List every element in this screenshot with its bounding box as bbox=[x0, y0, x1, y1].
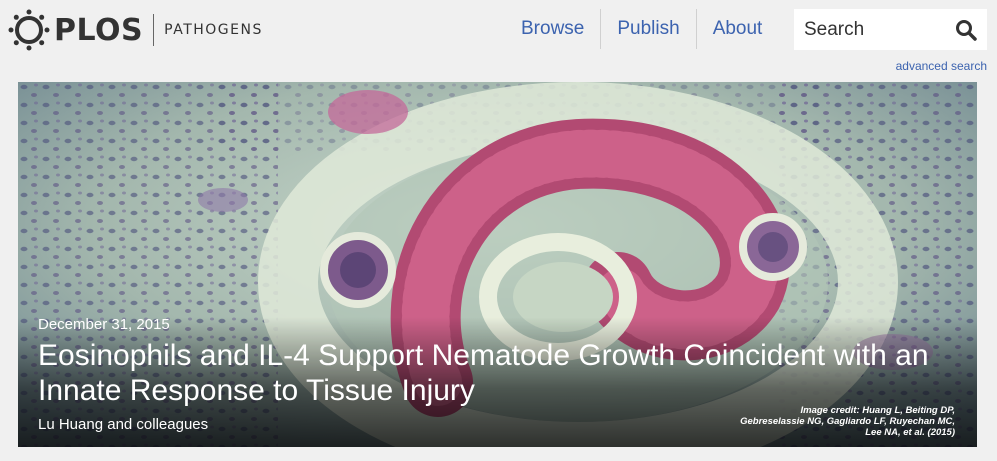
brand-name: PLOS bbox=[54, 12, 144, 48]
search-box bbox=[794, 9, 987, 50]
article-authors: Lu Huang and colleagues bbox=[38, 416, 209, 433]
main-nav: Browse Publish About bbox=[505, 9, 778, 49]
nav-browse[interactable]: Browse bbox=[505, 9, 600, 49]
journal-name: PATHOGENS bbox=[164, 22, 263, 38]
site-header: PLOS PATHOGENS Browse Publish About adva… bbox=[0, 0, 997, 80]
image-credit: Image credit: Huang L, Beiting DP, Gebre… bbox=[740, 405, 955, 438]
logo-divider bbox=[153, 14, 155, 46]
advanced-search-link[interactable]: advanced search bbox=[896, 59, 987, 73]
nav-publish[interactable]: Publish bbox=[600, 9, 695, 49]
featured-article[interactable]: December 31, 2015 Eosinophils and IL-4 S… bbox=[18, 82, 977, 447]
search-input[interactable] bbox=[794, 9, 954, 50]
plos-logo[interactable]: PLOS PATHOGENS bbox=[8, 8, 263, 52]
search-icon[interactable] bbox=[955, 19, 977, 41]
article-date: December 31, 2015 bbox=[38, 316, 170, 333]
plos-logo-icon bbox=[8, 9, 50, 51]
nav-about[interactable]: About bbox=[695, 9, 779, 49]
article-title-link[interactable]: Eosinophils and IL-4 Support Nematode Gr… bbox=[38, 338, 938, 408]
